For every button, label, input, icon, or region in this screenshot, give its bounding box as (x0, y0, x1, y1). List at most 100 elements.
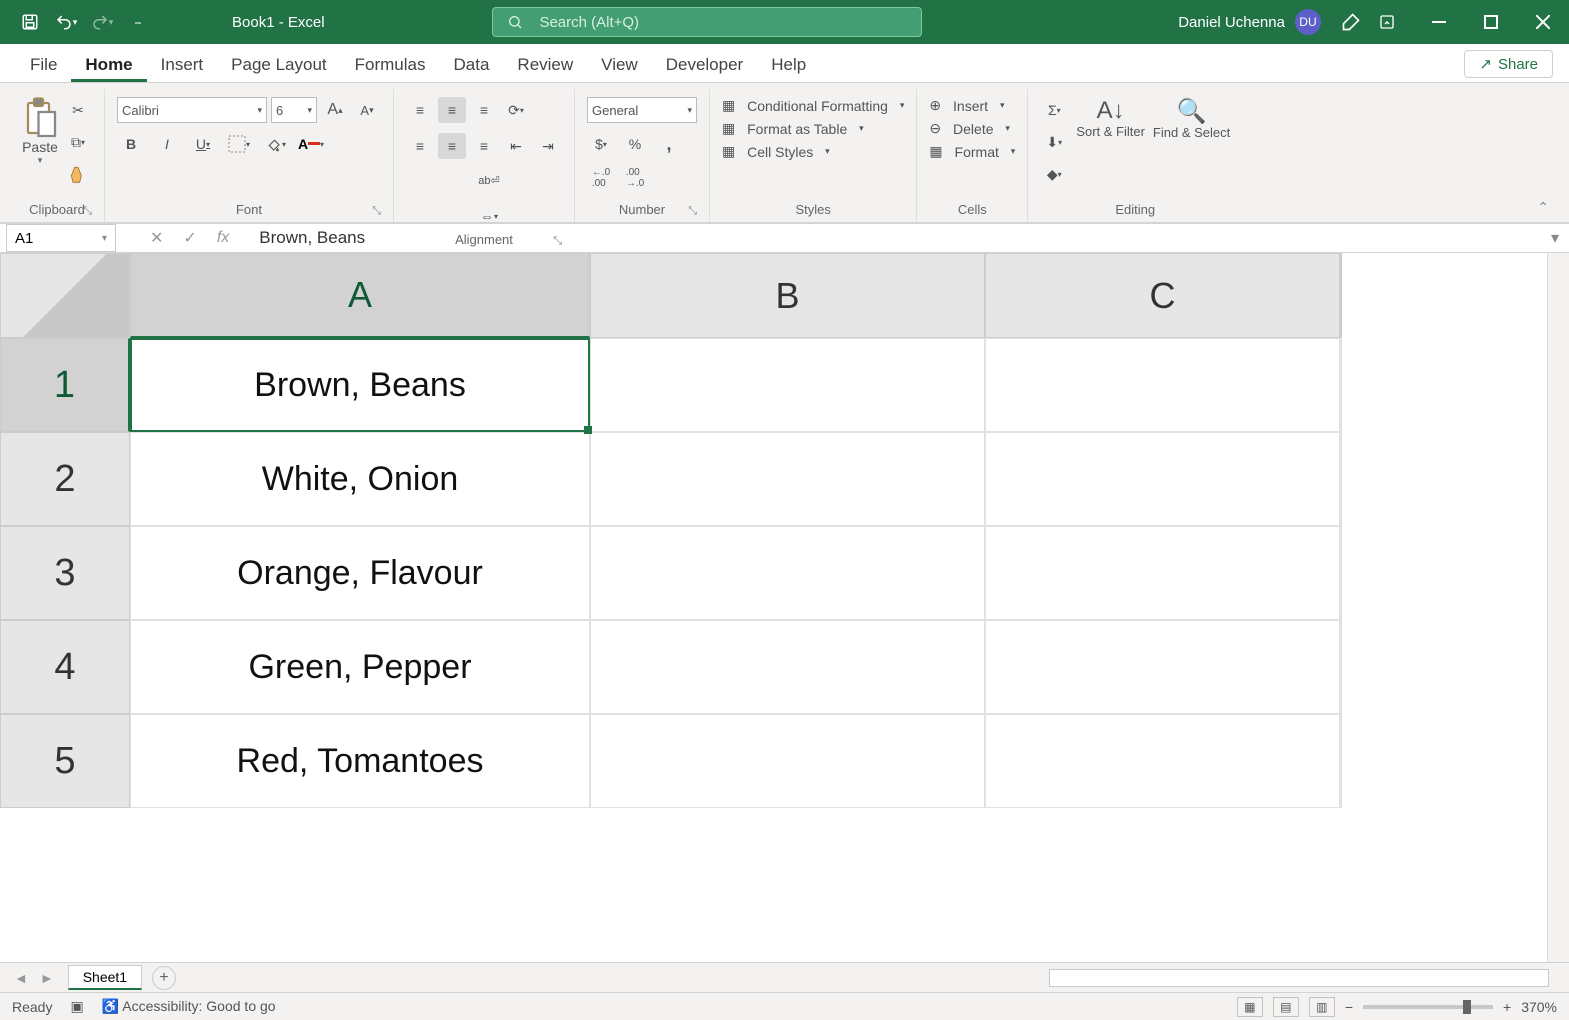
tab-help[interactable]: Help (757, 47, 820, 82)
cell-D1[interactable] (1340, 338, 1342, 432)
decrease-decimal-icon[interactable]: .00→.0 (621, 165, 649, 191)
font-name-dropdown[interactable]: Calibri▾ (117, 97, 267, 123)
cell-B1[interactable] (590, 338, 985, 432)
conditional-formatting-button[interactable]: ▦ Conditional Formatting ▾ (722, 97, 904, 114)
accounting-format-icon[interactable]: $▾ (587, 131, 615, 157)
macro-record-icon[interactable]: ▣ (70, 998, 83, 1015)
copy-icon[interactable]: ⧉▾ (64, 129, 92, 155)
font-size-dropdown[interactable]: 6▾ (271, 97, 317, 123)
row-header-1[interactable]: 1 (0, 338, 130, 432)
chevron-down-icon[interactable]: ▾ (38, 155, 43, 166)
cell-C2[interactable] (985, 432, 1340, 526)
paste-icon[interactable] (22, 97, 58, 139)
cell-B4[interactable] (590, 620, 985, 714)
cell-A5[interactable]: Red, Tomantoes (130, 714, 590, 808)
normal-view-icon[interactable]: ▦ (1237, 997, 1263, 1017)
align-bottom-icon[interactable]: ≡ (470, 97, 498, 123)
orientation-icon[interactable]: ⟳▾ (502, 97, 530, 123)
tab-review[interactable]: Review (503, 47, 587, 82)
maximize-icon[interactable] (1465, 0, 1517, 44)
tab-data[interactable]: Data (440, 47, 504, 82)
enter-formula-icon[interactable]: ✓ (183, 228, 196, 248)
horizontal-scrollbar[interactable] (1049, 969, 1549, 987)
col-header-A[interactable]: A (130, 253, 590, 338)
col-header-C[interactable]: C (985, 253, 1340, 338)
share-button[interactable]: ↗Share (1464, 50, 1553, 78)
tab-formulas[interactable]: Formulas (341, 47, 440, 82)
zoom-in-icon[interactable]: + (1503, 999, 1511, 1015)
cell-A4[interactable]: Green, Pepper (130, 620, 590, 714)
zoom-out-icon[interactable]: − (1345, 999, 1353, 1015)
align-middle-icon[interactable]: ≡ (438, 97, 466, 123)
page-break-view-icon[interactable]: ▥ (1309, 997, 1335, 1017)
cell-A1[interactable]: Brown, Beans (130, 338, 590, 432)
redo-icon[interactable]: ▾ (88, 8, 116, 36)
minimize-icon[interactable] (1413, 0, 1465, 44)
tab-view[interactable]: View (587, 47, 652, 82)
format-cells-button[interactable]: ▦ Format ▾ (929, 143, 1015, 160)
cell-B2[interactable] (590, 432, 985, 526)
undo-icon[interactable]: ▾ (52, 8, 80, 36)
sheet-tab-1[interactable]: Sheet1 (68, 965, 142, 990)
cell-D5[interactable] (1340, 714, 1342, 808)
vertical-scrollbar[interactable] (1547, 253, 1569, 962)
cell-styles-button[interactable]: ▦ Cell Styles ▾ (722, 143, 830, 160)
fill-icon[interactable]: ⬇▾ (1040, 129, 1068, 155)
select-all-corner[interactable] (0, 253, 130, 338)
sheet-prev-icon[interactable]: ◄ (14, 970, 28, 986)
sort-filter-icon[interactable]: A↓ (1097, 97, 1125, 125)
percent-format-icon[interactable]: % (621, 131, 649, 157)
insert-cells-button[interactable]: ⊕ Insert ▾ (929, 97, 1004, 114)
sheet-next-icon[interactable]: ► (40, 970, 54, 986)
cell-D3[interactable] (1340, 526, 1342, 620)
row-header-4[interactable]: 4 (0, 620, 130, 714)
wrap-text-icon[interactable]: ab⏎ (469, 167, 509, 193)
cell-A3[interactable]: Orange, Flavour (130, 526, 590, 620)
fill-color-icon[interactable]: ▾ (261, 131, 289, 157)
cell-C3[interactable] (985, 526, 1340, 620)
new-sheet-button[interactable]: + (152, 966, 176, 990)
decrease-indent-icon[interactable]: ⇤ (502, 133, 530, 159)
increase-decimal-icon[interactable]: ←.0.00 (587, 165, 615, 191)
page-layout-view-icon[interactable]: ▤ (1273, 997, 1299, 1017)
tab-file[interactable]: File (16, 47, 71, 82)
font-color-icon[interactable]: A▾ (297, 131, 325, 157)
qat-customize-icon[interactable]: ⎯ (124, 8, 152, 36)
tab-page-layout[interactable]: Page Layout (217, 47, 340, 82)
bold-button[interactable]: B (117, 131, 145, 157)
cell-C1[interactable] (985, 338, 1340, 432)
decrease-font-icon[interactable]: A▾ (353, 97, 381, 123)
align-right-icon[interactable]: ≡ (470, 133, 498, 159)
col-header-extra[interactable] (1340, 253, 1342, 338)
pen-icon[interactable] (1341, 12, 1361, 32)
cell-C4[interactable] (985, 620, 1340, 714)
row-header-5[interactable]: 5 (0, 714, 130, 808)
dialog-launcher-icon[interactable]: ⤡ (688, 205, 697, 218)
tab-home[interactable]: Home (71, 47, 146, 82)
cut-icon[interactable]: ✂ (64, 97, 92, 123)
dialog-launcher-icon[interactable]: ⤡ (372, 205, 381, 218)
dialog-launcher-icon[interactable]: ⤡ (553, 235, 562, 248)
align-top-icon[interactable]: ≡ (406, 97, 434, 123)
row-header-2[interactable]: 2 (0, 432, 130, 526)
cell-grid[interactable]: A B C 1 Brown, Beans 2 White, Onion 3 Or… (0, 253, 1342, 962)
zoom-level[interactable]: 370% (1521, 999, 1557, 1015)
autosum-icon[interactable]: Σ▾ (1040, 97, 1068, 123)
format-as-table-button[interactable]: ▦ Format as Table ▾ (722, 120, 864, 137)
align-center-icon[interactable]: ≡ (438, 133, 466, 159)
tab-insert[interactable]: Insert (147, 47, 218, 82)
cancel-formula-icon[interactable]: ✕ (150, 228, 163, 248)
search-box[interactable]: Search (Alt+Q) (492, 7, 922, 37)
cell-A2[interactable]: White, Onion (130, 432, 590, 526)
save-icon[interactable] (16, 8, 44, 36)
close-icon[interactable] (1517, 0, 1569, 44)
delete-cells-button[interactable]: ⊖ Delete ▾ (929, 120, 1010, 137)
collapse-ribbon-icon[interactable]: ⌃ (1527, 193, 1559, 222)
comma-format-icon[interactable]: , (655, 131, 683, 157)
increase-indent-icon[interactable]: ⇥ (534, 133, 562, 159)
cell-D2[interactable] (1340, 432, 1342, 526)
number-format-dropdown[interactable]: General▾ (587, 97, 697, 123)
increase-font-icon[interactable]: A▴ (321, 97, 349, 123)
clear-icon[interactable]: ◆▾ (1040, 161, 1068, 187)
user-account[interactable]: Daniel Uchenna DU (1178, 9, 1321, 35)
